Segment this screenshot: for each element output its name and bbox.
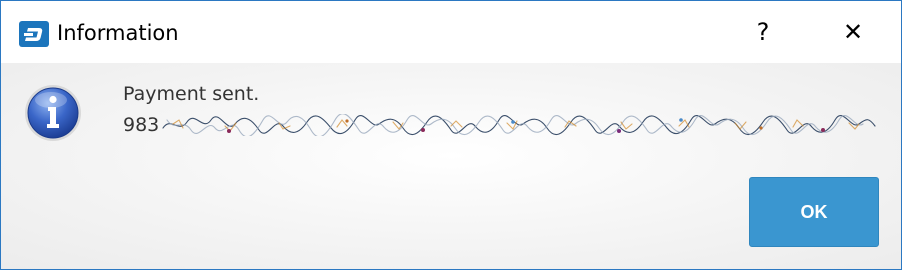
help-icon: ? <box>756 18 770 46</box>
transaction-id-prefix: 983 <box>123 114 160 136</box>
close-button[interactable]: ✕ <box>817 1 889 63</box>
dialog-window: Information ? ✕ Payment sent. 983 OK <box>0 0 902 270</box>
dialog-content: Payment sent. 983 OK <box>1 63 901 269</box>
garbled-transaction-hash <box>162 114 876 136</box>
transaction-id: 983 <box>123 111 883 139</box>
help-button[interactable]: ? <box>727 1 799 63</box>
info-icon <box>23 83 83 143</box>
close-icon: ✕ <box>842 18 864 46</box>
window-title: Information <box>57 21 179 45</box>
message-text: Payment sent. <box>123 83 260 105</box>
ok-button[interactable]: OK <box>749 177 879 247</box>
title-bar[interactable]: Information ? ✕ <box>1 1 901 63</box>
dash-logo-icon <box>19 21 49 47</box>
